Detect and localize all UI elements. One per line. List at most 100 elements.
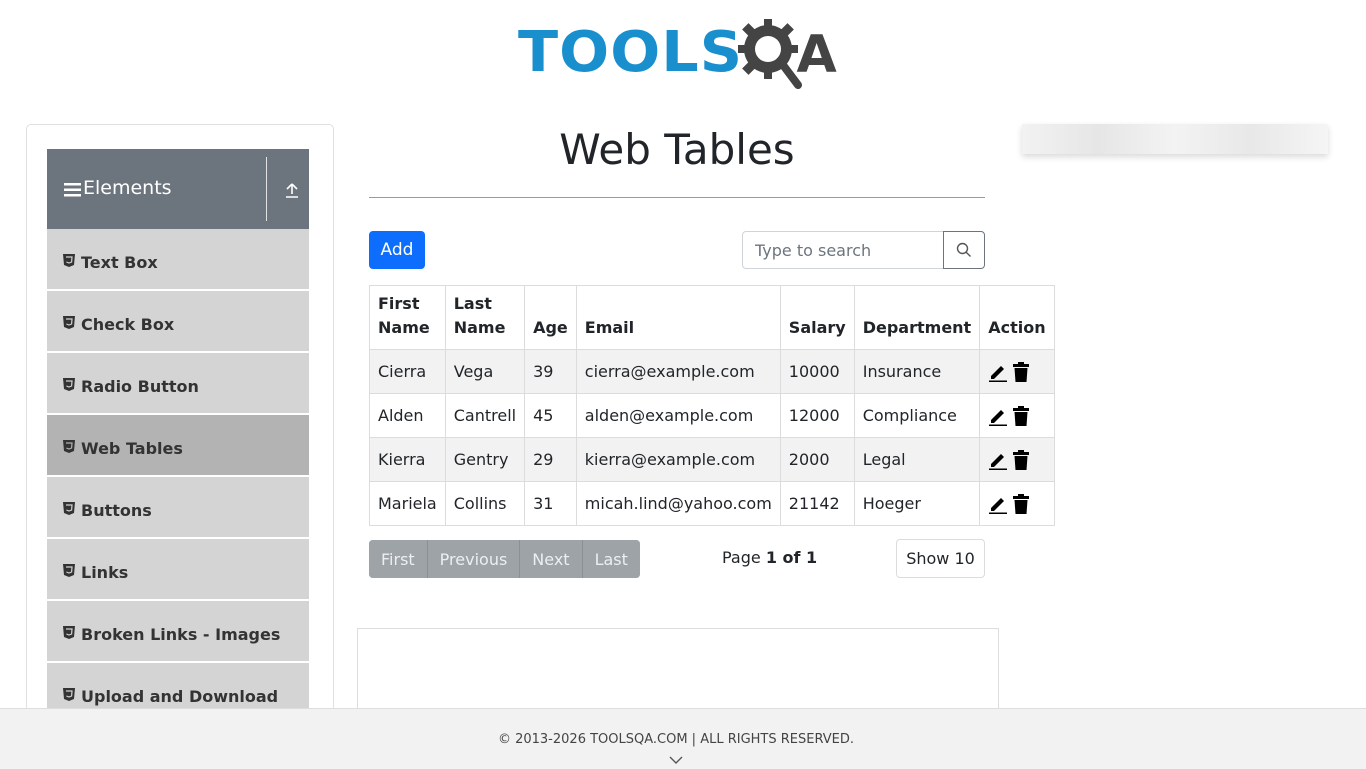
cell-first-name: Kierra	[369, 437, 446, 482]
column-header[interactable]: Department	[853, 285, 981, 350]
column-header[interactable]: Action	[979, 285, 1055, 350]
page-indicator: Page 1 of 1	[722, 548, 817, 567]
sidebar-group-header[interactable]: Elements	[47, 149, 309, 229]
cell-action	[979, 393, 1055, 438]
page-title: Web Tables	[559, 125, 795, 174]
cell-action	[979, 437, 1055, 482]
logo-text: TOOLS	[518, 20, 744, 85]
cell-last-name: Vega	[444, 349, 526, 394]
sidebar-item-radio-button[interactable]: Radio Button	[47, 353, 309, 415]
cell-age: 29	[524, 437, 577, 482]
header-divider	[266, 157, 267, 221]
sidebar-item-web-tables[interactable]: Web Tables	[47, 415, 309, 477]
cell-email: alden@example.com	[575, 393, 781, 438]
cell-age: 45	[524, 393, 577, 438]
footer: © 2013-2026 TOOLSQA.COM | ALL RIGHTS RES…	[0, 708, 1366, 769]
sidebar-item-label: Radio Button	[81, 377, 199, 396]
html5-icon	[63, 626, 75, 639]
edit-icon[interactable]	[988, 450, 1008, 470]
edit-icon[interactable]	[988, 362, 1008, 382]
hamburger-icon	[64, 183, 81, 197]
edit-icon[interactable]	[988, 494, 1008, 514]
sidebar-item-label: Upload and Download	[81, 687, 279, 706]
cell-first-name: Alden	[369, 393, 446, 438]
sidebar-item-label: Buttons	[81, 501, 152, 520]
cell-department: Hoeger	[853, 481, 981, 526]
next-page-button[interactable]: Next	[520, 540, 583, 578]
logo-suffix: A	[796, 25, 837, 85]
delete-icon[interactable]	[1012, 449, 1030, 470]
sidebar-item-label: Check Box	[81, 315, 175, 334]
cell-last-name: Collins	[444, 481, 526, 526]
sidebar-menu: Text Box Check Box Radio Button Web Tabl…	[47, 229, 309, 725]
cell-age: 39	[524, 349, 577, 394]
html5-icon	[63, 254, 75, 267]
search-icon	[956, 242, 971, 257]
html5-icon	[63, 502, 75, 515]
search-button[interactable]	[943, 231, 985, 269]
cell-last-name: Cantrell	[444, 393, 526, 438]
search-input[interactable]	[742, 231, 944, 269]
rows-per-page-select[interactable]: Show 10	[896, 539, 985, 578]
cell-first-name: Mariela	[369, 481, 446, 526]
page-value: 1 of 1	[765, 548, 818, 567]
cell-email: cierra@example.com	[575, 349, 781, 394]
cell-salary: 12000	[779, 393, 855, 438]
cell-department: Legal	[853, 437, 981, 482]
sidebar-item-label: Text Box	[81, 253, 158, 272]
html5-icon	[63, 564, 75, 577]
table-row: Kierra Gentry 29 kierra@example.com 2000…	[369, 437, 1055, 482]
cell-last-name: Gentry	[444, 437, 526, 482]
table-row: Alden Cantrell 45 alden@example.com 1200…	[369, 393, 1055, 438]
column-header[interactable]: Age	[524, 285, 577, 350]
cell-department: Compliance	[853, 393, 981, 438]
edit-icon[interactable]	[988, 406, 1008, 426]
site-logo[interactable]: TOOLS A	[518, 16, 842, 90]
pagination-buttons: First Previous Next Last	[369, 540, 640, 578]
delete-icon[interactable]	[1012, 493, 1030, 514]
chevron-down-icon[interactable]	[668, 755, 684, 765]
cell-salary: 10000	[779, 349, 855, 394]
cell-action	[979, 349, 1055, 394]
ad-banner[interactable]	[1022, 124, 1328, 154]
sidebar-item-label: Broken Links - Images	[81, 625, 281, 644]
page-prefix: Page	[722, 548, 761, 567]
column-header[interactable]: Email	[575, 285, 781, 350]
delete-icon[interactable]	[1012, 361, 1030, 382]
sidebar-item-text-box[interactable]: Text Box	[47, 229, 309, 291]
table-row: Mariela Collins 31 micah.lind@yahoo.com …	[369, 481, 1055, 526]
cell-email: micah.lind@yahoo.com	[575, 481, 781, 526]
collapse-arrow-icon[interactable]	[284, 182, 300, 198]
first-page-button[interactable]: First	[369, 540, 428, 578]
column-header[interactable]: Last Name	[444, 285, 526, 350]
sidebar-group-title: Elements	[83, 177, 172, 199]
copyright-text: © 2013-2026 TOOLSQA.COM | ALL RIGHTS RES…	[497, 732, 855, 747]
sidebar-item-label: Web Tables	[81, 439, 183, 458]
sidebar-item-broken-links[interactable]: Broken Links - Images	[47, 601, 309, 663]
sidebar-item-links[interactable]: Links	[47, 539, 309, 601]
cell-first-name: Cierra	[369, 349, 446, 394]
html5-icon	[63, 378, 75, 391]
cell-salary: 2000	[779, 437, 855, 482]
cell-action	[979, 481, 1055, 526]
html5-icon	[63, 316, 75, 329]
add-button[interactable]: Add	[369, 231, 425, 269]
title-divider	[369, 197, 985, 198]
search-box	[742, 231, 985, 269]
last-page-button[interactable]: Last	[582, 540, 640, 578]
table-header-row: First Name Last Name Age Email Salary De…	[369, 285, 1055, 350]
column-header[interactable]: First Name	[369, 285, 446, 350]
cell-age: 31	[524, 481, 577, 526]
cell-salary: 21142	[779, 481, 855, 526]
web-table: First Name Last Name Age Email Salary De…	[369, 285, 1055, 526]
table-row: Cierra Vega 39 cierra@example.com 10000 …	[369, 349, 1055, 394]
previous-page-button[interactable]: Previous	[427, 540, 521, 578]
column-header[interactable]: Salary	[779, 285, 855, 350]
sidebar-item-check-box[interactable]: Check Box	[47, 291, 309, 353]
gear-magnifier-icon	[738, 19, 803, 89]
sidebar-item-label: Links	[81, 563, 129, 582]
cell-department: Insurance	[853, 349, 981, 394]
sidebar-item-buttons[interactable]: Buttons	[47, 477, 309, 539]
delete-icon[interactable]	[1012, 405, 1030, 426]
html5-icon	[63, 440, 75, 453]
